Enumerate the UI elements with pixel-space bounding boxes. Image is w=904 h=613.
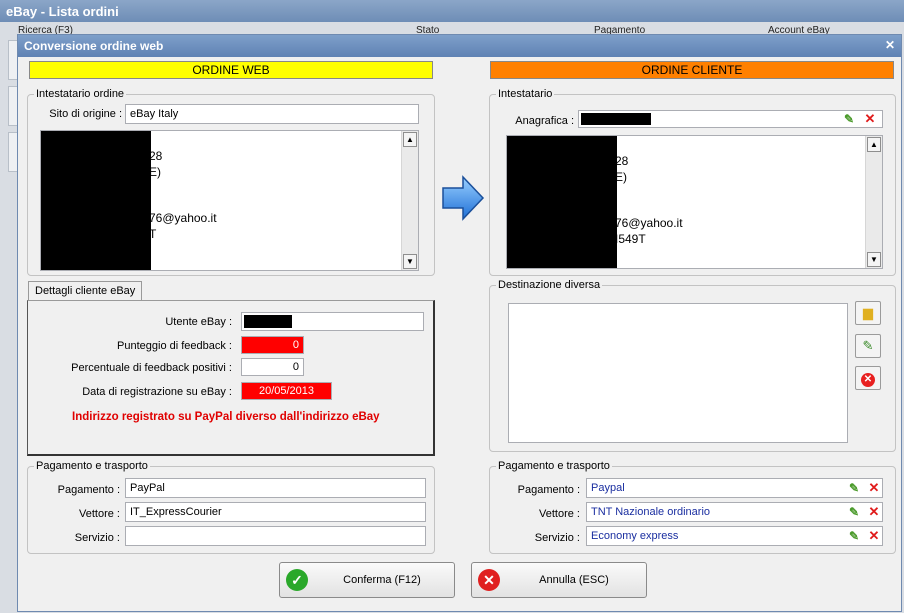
- pencil-edit-icon[interactable]: ✎: [847, 481, 861, 495]
- group-label: Pagamento e trasporto: [496, 460, 612, 472]
- delete-x-icon[interactable]: ✕: [867, 505, 881, 519]
- dialog-titlebar: Conversione ordine web ✕: [18, 35, 901, 57]
- edit-note-icon[interactable]: ✎: [855, 334, 881, 358]
- tab-dettagli-cliente-ebay[interactable]: Dettagli cliente eBay: [28, 281, 143, 301]
- utente-ebay-label: Utente eBay :: [165, 316, 232, 328]
- pagamento-label-right: Pagamento :: [517, 484, 580, 496]
- utente-ebay-field[interactable]: [241, 312, 424, 331]
- scroll-up-icon[interactable]: ▲: [403, 132, 417, 147]
- pagamento-field-right[interactable]: Paypal: [586, 478, 883, 498]
- pencil-edit-icon[interactable]: ✎: [847, 505, 861, 519]
- confirm-button-label: Conferma (F12): [343, 574, 421, 586]
- folder-open-icon[interactable]: ▆: [855, 301, 881, 325]
- servizio-label-left: Servizio :: [74, 532, 120, 544]
- right-address-scrollbar[interactable]: ▲ ▼: [865, 136, 882, 268]
- cancel-button[interactable]: ✕ Annulla (ESC): [471, 562, 647, 598]
- address-line: 76@yahoo.it: [149, 211, 217, 225]
- servizio-field-left[interactable]: [125, 526, 426, 546]
- arrow-right-icon: [442, 175, 485, 221]
- anagrafica-field[interactable]: [578, 110, 883, 128]
- address-line: 28: [615, 154, 629, 168]
- scroll-down-icon[interactable]: ▼: [867, 252, 881, 267]
- destinazione-memo[interactable]: [508, 303, 848, 443]
- pencil-edit-icon[interactable]: ✎: [847, 529, 861, 543]
- group-label: Intestatario: [496, 88, 555, 100]
- vettore-field-right[interactable]: TNT Nazionale ordinario: [586, 502, 883, 522]
- vettore-field-left[interactable]: IT_ExpressCourier: [125, 502, 426, 522]
- paypal-warning-text: Indirizzo registrato su PayPal diverso d…: [72, 411, 380, 423]
- group-label: Destinazione diversa: [496, 279, 603, 291]
- address-line: E): [149, 164, 161, 179]
- dialog-title: Conversione ordine web: [24, 39, 164, 53]
- redacted-block: [581, 113, 651, 125]
- punteggio-feedback-label: Punteggio di feedback :: [117, 340, 232, 352]
- delete-x-icon[interactable]: ✕: [863, 112, 877, 126]
- anagrafica-label: Anagrafica :: [515, 115, 574, 127]
- sito-origine-field[interactable]: eBay Italy: [125, 104, 419, 124]
- vettore-label-right: Vettore :: [539, 508, 580, 520]
- address-line: 28: [149, 149, 163, 163]
- left-address-lines: 28 E) 76@yahoo.it T: [149, 149, 217, 242]
- pagamento-field-left[interactable]: PayPal: [125, 478, 426, 498]
- delete-circle-icon[interactable]: ✕: [855, 366, 881, 390]
- address-line: T: [149, 226, 157, 241]
- address-line: [615, 185, 683, 201]
- address-line: [149, 180, 217, 196]
- left-address-scrollbar[interactable]: ▲ ▼: [401, 131, 418, 270]
- address-line: E): [615, 169, 627, 184]
- redacted-block: [244, 315, 292, 328]
- address-line: I549T: [615, 231, 646, 246]
- group-label: Intestatario ordine: [34, 88, 127, 100]
- address-line: [615, 201, 683, 217]
- address-line: [149, 196, 217, 212]
- percentuale-feedback-label: Percentuale di feedback positivi :: [71, 362, 232, 374]
- conversion-dialog: Conversione ordine web ✕ ORDINE WEB ORDI…: [17, 34, 902, 612]
- cancel-button-label: Annulla (ESC): [539, 574, 609, 586]
- data-registrazione-label: Data di registrazione su eBay :: [82, 386, 232, 398]
- servizio-label-right: Servizio :: [534, 532, 580, 544]
- right-address-lines: 28 E) 76@yahoo.it I549T: [615, 154, 683, 247]
- banner-ordine-cliente: ORDINE CLIENTE: [490, 61, 894, 79]
- group-label: Pagamento e trasporto: [34, 460, 150, 472]
- confirm-button[interactable]: ✓ Conferma (F12): [279, 562, 455, 598]
- pagamento-label-left: Pagamento :: [57, 484, 120, 496]
- delete-x-icon[interactable]: ✕: [867, 481, 881, 495]
- right-address-memo[interactable]: 28 E) 76@yahoo.it I549T ▲ ▼: [506, 135, 883, 269]
- scroll-up-icon[interactable]: ▲: [867, 137, 881, 152]
- sito-origine-label: Sito di origine :: [49, 108, 122, 120]
- servizio-field-right[interactable]: Economy express: [586, 526, 883, 546]
- delete-x-icon[interactable]: ✕: [867, 529, 881, 543]
- left-address-memo[interactable]: 28 E) 76@yahoo.it T ▲ ▼: [40, 130, 419, 271]
- scroll-down-icon[interactable]: ▼: [403, 254, 417, 269]
- data-registrazione-field[interactable]: 20/05/2013: [241, 382, 332, 400]
- address-line: 76@yahoo.it: [615, 216, 683, 230]
- close-icon[interactable]: ✕: [885, 38, 895, 52]
- percentuale-feedback-field[interactable]: 0: [241, 358, 304, 376]
- redacted-block: [41, 131, 151, 270]
- banner-ordine-web: ORDINE WEB: [29, 61, 433, 79]
- redacted-block: [507, 136, 617, 268]
- background-window-title: eBay - Lista ordini: [0, 0, 904, 22]
- vettore-label-left: Vettore :: [79, 508, 120, 520]
- punteggio-feedback-field[interactable]: 0: [241, 336, 304, 354]
- pencil-edit-icon[interactable]: ✎: [842, 112, 856, 126]
